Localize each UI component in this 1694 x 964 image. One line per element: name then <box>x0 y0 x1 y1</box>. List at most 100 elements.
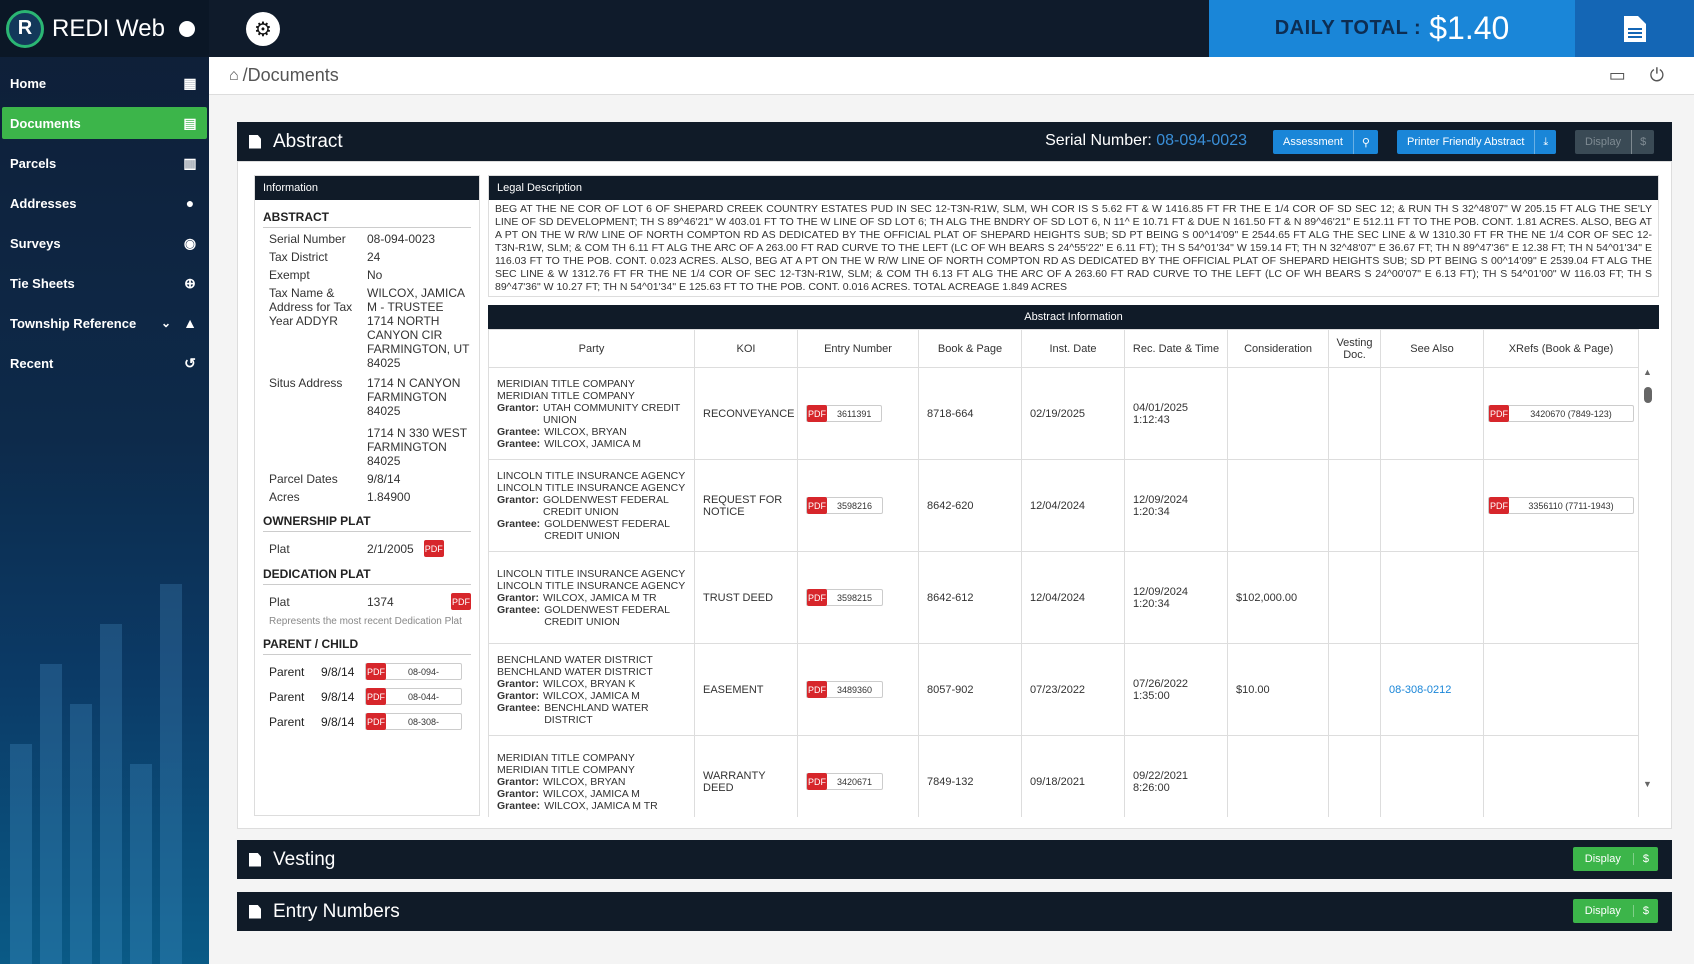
entry-pdf-button[interactable]: PDF 3420671 <box>806 773 884 790</box>
sidebar-item-addresses[interactable]: Addresses ● <box>2 187 207 219</box>
party-role: Grantor: <box>497 787 539 800</box>
rec-date-cell: 04/01/2025 1:12:43 <box>1124 367 1228 460</box>
party-name: LINCOLN TITLE INSURANCE AGENCY <box>497 579 686 592</box>
entry-number-cell: PDF 3611391 <box>797 367 919 460</box>
ownership-plat-label: Plat <box>269 541 290 556</box>
rec-date-cell: 12/09/2024 1:20:34 <box>1124 459 1228 552</box>
abstract-table-viewport[interactable]: Party KOI Entry Number Book & Page Inst. Dat… <box>488 329 1659 817</box>
assessment-button[interactable]: Assessment ⚲ <box>1273 130 1378 154</box>
chevron-down-icon[interactable]: ⌄ <box>161 316 171 330</box>
card-icon[interactable]: ▭ <box>1609 65 1626 86</box>
sidebar-item-parcels[interactable]: Parcels ▥ <box>2 147 207 179</box>
entry-number-cell: PDF 3598215 <box>797 551 919 644</box>
serial-number-label: Serial Number: <box>1045 132 1152 149</box>
party-role: Grantee: <box>497 603 541 616</box>
xref-pdf-button[interactable]: PDF 3420670 (7849-123) <box>1488 405 1634 422</box>
display-button-disabled[interactable]: Display $ <box>1575 130 1655 154</box>
entry-pdf-button[interactable]: PDF 3598216 <box>806 497 884 514</box>
table-row: MERIDIAN TITLE COMPANY MERIDIAN TITLE COM… <box>488 735 1639 817</box>
tax-name-label: Tax Name & Address for Tax Year ADDYR <box>269 286 353 328</box>
column-header[interactable]: Party <box>488 329 695 368</box>
sidebar: R REDI Web Home ▦ Documents ▤ Parcels ▥ Addres… <box>0 0 209 964</box>
topbar: ⚙ DAILY TOTAL : $1.40 <box>209 0 1694 57</box>
home-icon[interactable]: ⌂ <box>229 67 239 85</box>
breadcrumb-path: /Documents <box>242 65 339 85</box>
entry-numbers-title: Entry Numbers <box>273 900 400 922</box>
pdf-icon: PDF <box>1489 405 1509 422</box>
parent-date: 9/8/14 <box>321 664 355 679</box>
column-header[interactable]: Vesting Doc. <box>1328 329 1381 368</box>
sidebar-item-documents[interactable]: Documents ▤ <box>2 107 207 139</box>
parent-pdf-button[interactable]: PDF 08-094- <box>365 663 463 680</box>
party-name: WILCOX, JAMICA M <box>543 689 640 702</box>
column-header[interactable]: See Also <box>1380 329 1484 368</box>
sidebar-item-home[interactable]: Home ▦ <box>2 67 207 99</box>
column-header[interactable]: Entry Number <box>797 329 919 368</box>
serial-number-value[interactable]: 08-094-0023 <box>1156 132 1247 149</box>
scroll-down-icon[interactable]: ▼ <box>1643 779 1652 789</box>
party-role: Grantee: <box>497 425 541 438</box>
entry-pdf-button[interactable]: PDF 3598215 <box>806 589 884 606</box>
column-header[interactable]: Book & Page <box>918 329 1022 368</box>
parent-pdf-button[interactable]: PDF 08-044- <box>365 688 463 705</box>
vesting-title: Vesting <box>273 848 336 870</box>
background-chart-decoration <box>0 544 209 964</box>
sidebar-item-township-reference[interactable]: Township Reference ⌄ ▲ <box>2 307 207 339</box>
column-header[interactable]: Rec. Date & Time <box>1124 329 1228 368</box>
pdf-icon: PDF <box>807 497 827 514</box>
entry-pdf-button[interactable]: PDF 3489360 <box>806 681 884 698</box>
abstract-table: Party KOI Entry Number Book & Page Inst. Dat… <box>488 329 1639 817</box>
table-scrollbar[interactable]: ▲ ▼ <box>1639 367 1659 789</box>
book-page-cell: 8642-620 <box>918 459 1022 552</box>
pdf-icon: PDF <box>1489 497 1509 514</box>
vesting-panel-header[interactable]: Vesting Display $ <box>237 840 1672 879</box>
parent-date: 9/8/14 <box>321 714 355 729</box>
brand[interactable]: R REDI Web <box>0 0 209 57</box>
xref-value: 3420670 (7849-123) <box>1530 408 1612 419</box>
parent-pdf-button[interactable]: PDF 08-308- <box>365 713 463 730</box>
vesting-doc-cell <box>1328 735 1381 817</box>
pdf-icon: PDF <box>807 405 827 422</box>
party-name: UTAH COMMUNITY CREDIT UNION <box>543 401 681 426</box>
see-also-link[interactable]: 08-308-0212 <box>1389 684 1451 696</box>
entry-pdf-button[interactable]: PDF 3611391 <box>806 405 883 422</box>
inst-date-cell: 12/04/2024 <box>1021 459 1125 552</box>
column-header[interactable]: XRefs (Book & Page) <box>1483 329 1639 368</box>
xref-cell <box>1483 735 1639 817</box>
sidebar-item-label: Addresses <box>10 195 77 211</box>
party-cell: LINCOLN TITLE INSURANCE AGENCY LINCOLN TI… <box>488 551 695 644</box>
table-header-row: Party KOI Entry Number Book & Page Inst. Dat… <box>488 329 1639 368</box>
documents-cart-button[interactable] <box>1575 0 1694 57</box>
sidebar-item-label: Home <box>10 75 47 91</box>
table-row: MERIDIAN TITLE COMPANY MERIDIAN TITLE COM… <box>488 367 1639 460</box>
sidebar-item-label: Surveys <box>10 235 61 251</box>
pdf-icon[interactable]: PDF <box>423 540 444 557</box>
party-role: Grantor: <box>497 401 539 414</box>
vesting-display-button[interactable]: Display $ <box>1572 847 1658 871</box>
status-dot-icon[interactable] <box>179 20 195 37</box>
party-name: WILCOX, JAMICA M <box>543 787 640 800</box>
serial-number: Serial Number: 08-094-0023 <box>1045 132 1247 150</box>
ownership-plat-title: OWNERSHIP PLAT <box>263 514 471 532</box>
xref-pdf-button[interactable]: PDF 3356110 (7711-1943) <box>1488 497 1634 514</box>
entry-numbers-display-button[interactable]: Display $ <box>1572 899 1658 923</box>
sidebar-item-recent[interactable]: Recent ↺ <box>2 347 207 379</box>
column-header[interactable]: Consideration <box>1227 329 1329 368</box>
entry-numbers-panel-header[interactable]: Entry Numbers Display $ <box>237 892 1672 931</box>
pdf-icon[interactable]: PDF <box>451 593 471 610</box>
column-header[interactable]: Inst. Date <box>1021 329 1125 368</box>
xref-cell: PDF 3356110 (7711-1943) <box>1483 459 1639 552</box>
scroll-up-icon[interactable]: ▲ <box>1643 367 1652 377</box>
sidebar-item-surveys[interactable]: Surveys ◉ <box>2 227 207 259</box>
power-icon[interactable]: ⏻ <box>1650 65 1664 86</box>
printer-friendly-button[interactable]: Printer Friendly Abstract ⤓ <box>1397 130 1557 154</box>
sidebar-item-tie-sheets[interactable]: Tie Sheets ⊕ <box>2 267 207 299</box>
breadcrumb: ⌂ /Documents ▭ ⏻ <box>209 57 1694 95</box>
column-header[interactable]: KOI <box>694 329 798 368</box>
party-role: Grantor: <box>497 591 539 604</box>
settings-gear-icon[interactable]: ⚙ <box>246 12 280 46</box>
consideration-cell: $10.00 <box>1227 643 1329 736</box>
consideration-cell <box>1227 735 1329 817</box>
entry-number: 3489360 <box>837 684 873 695</box>
scroll-thumb[interactable] <box>1644 387 1652 403</box>
